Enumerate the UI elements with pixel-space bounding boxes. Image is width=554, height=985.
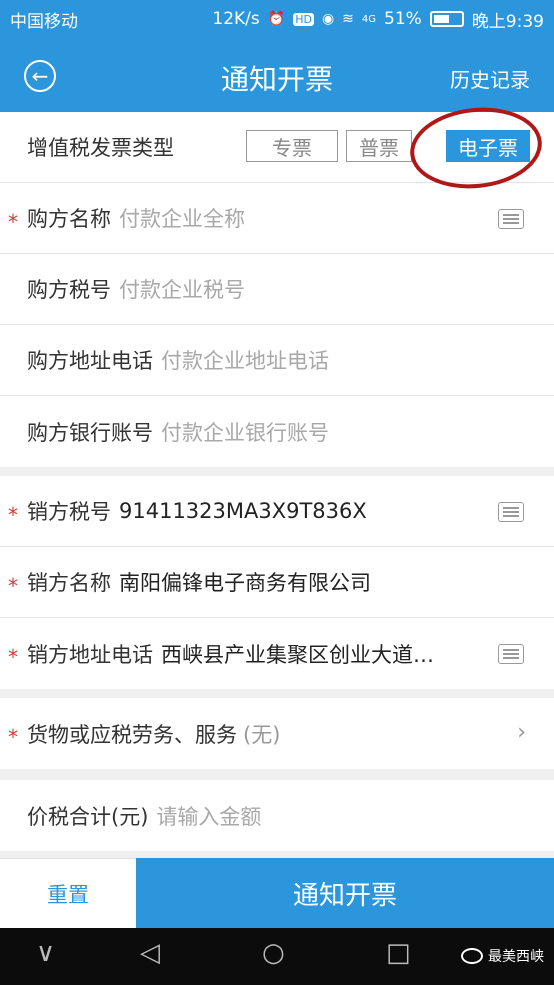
- list-icon[interactable]: [498, 502, 524, 522]
- buyer-bank-label: 购方银行账号: [27, 420, 153, 445]
- watermark-text: 最美西峡: [488, 949, 544, 965]
- buyer-tax-label: 购方税号: [27, 278, 111, 302]
- home-circle-icon[interactable]: ○: [262, 940, 285, 966]
- seller-section: * 销方税号 91411323MA3X9T836X * 销方名称 南阳偏锋电子商…: [0, 476, 554, 689]
- amount-label: 价税合计(元): [27, 804, 149, 829]
- amount-row[interactable]: 价税合计(元) 请输入金额: [0, 780, 554, 851]
- invoice-type-special-button[interactable]: 专票: [246, 130, 338, 162]
- seller-name-value[interactable]: 南阳偏锋电子商务有限公司: [119, 567, 371, 597]
- watermark: 最美西峡: [461, 946, 544, 966]
- buyer-name-input[interactable]: 付款企业全称: [119, 203, 245, 233]
- goods-row[interactable]: * 货物或应税劳务、服务 (无) ›: [0, 698, 554, 769]
- required-mark: *: [8, 725, 18, 749]
- alarm-icon: ⏰: [267, 11, 286, 27]
- clock-time: 晚上9:39: [471, 11, 544, 32]
- eye-icon: ◉: [321, 11, 335, 27]
- buyer-section: 增值税发票类型 专票 普票 电子票 * 购方名称 付款企业全称 购方税号 付款企…: [0, 112, 554, 467]
- required-mark: *: [8, 574, 18, 598]
- goods-value: (无): [243, 722, 281, 747]
- invoice-type-electronic-button[interactable]: 电子票: [446, 130, 530, 162]
- seller-tax-label: 销方税号: [27, 500, 111, 524]
- nav-bar: ← 通知开票 历史记录: [0, 38, 554, 112]
- wifi-icon: ≋: [342, 11, 354, 27]
- network-speed: 12K/s: [212, 9, 260, 29]
- recent-apps-icon[interactable]: □: [386, 940, 411, 966]
- seller-tax-value[interactable]: 91411323MA3X9T836X: [119, 499, 367, 523]
- seller-name-label: 销方名称: [27, 571, 111, 595]
- hd-icon: HD: [293, 12, 314, 26]
- history-link[interactable]: 历史记录: [450, 64, 530, 93]
- list-icon[interactable]: [498, 209, 524, 229]
- seller-address-label: 销方地址电话: [27, 642, 153, 667]
- seller-tax-row[interactable]: * 销方税号 91411323MA3X9T836X: [0, 476, 554, 547]
- goods-label: 货物或应税劳务、服务: [27, 722, 237, 747]
- system-nav-bar: ∨ ◁ ○ □ 最美西峡: [0, 928, 554, 985]
- buyer-tax-row[interactable]: 购方税号 付款企业税号: [0, 254, 554, 325]
- wechat-logo-icon: [461, 948, 483, 964]
- reset-button[interactable]: 重置: [0, 858, 136, 928]
- buyer-address-input[interactable]: 付款企业地址电话: [161, 345, 329, 375]
- seller-name-row[interactable]: * 销方名称 南阳偏锋电子商务有限公司: [0, 547, 554, 618]
- seller-address-row[interactable]: * 销方地址电话 西峡县产业集聚区创业大道…: [0, 618, 554, 689]
- buyer-address-row[interactable]: 购方地址电话 付款企业地址电话: [0, 325, 554, 396]
- invoice-type-normal-button[interactable]: 普票: [346, 130, 412, 162]
- list-icon[interactable]: [498, 644, 524, 664]
- buyer-address-label: 购方地址电话: [27, 349, 153, 373]
- back-triangle-icon[interactable]: ◁: [140, 940, 160, 966]
- buyer-bank-input[interactable]: 付款企业银行账号: [161, 417, 329, 447]
- goods-section: * 货物或应税劳务、服务 (无) ›: [0, 698, 554, 769]
- signal-icon: 4G: [361, 13, 377, 25]
- buyer-name-row[interactable]: * 购方名称 付款企业全称: [0, 183, 554, 254]
- amount-input[interactable]: 请输入金额: [156, 801, 261, 831]
- carrier-name: 中国移动: [10, 11, 78, 32]
- status-bar: 中国移动 12K/s ⏰ HD ◉ ≋ 4G 51% 晚上9:39: [0, 0, 554, 38]
- chevron-right-icon: ›: [517, 720, 526, 745]
- submit-button[interactable]: 通知开票: [136, 858, 554, 928]
- required-mark: *: [8, 503, 18, 527]
- amount-section: 价税合计(元) 请输入金额: [0, 780, 554, 851]
- buyer-tax-input[interactable]: 付款企业税号: [119, 274, 245, 304]
- battery-icon: [429, 11, 464, 27]
- battery-percent: 51%: [384, 9, 422, 29]
- required-mark: *: [8, 210, 18, 234]
- status-right: 12K/s ⏰ HD ◉ ≋ 4G 51% 晚上9:39: [212, 7, 544, 32]
- buyer-name-label: 购方名称: [27, 207, 111, 231]
- action-bar: 重置 通知开票: [0, 858, 554, 928]
- invoice-type-label: 增值税发票类型: [27, 136, 174, 160]
- required-mark: *: [8, 645, 18, 669]
- chevron-down-icon[interactable]: ∨: [36, 940, 55, 966]
- invoice-type-row: 增值税发票类型 专票 普票 电子票: [0, 112, 554, 183]
- seller-address-value[interactable]: 西峡县产业集聚区创业大道…: [161, 639, 434, 669]
- buyer-bank-row[interactable]: 购方银行账号 付款企业银行账号: [0, 396, 554, 467]
